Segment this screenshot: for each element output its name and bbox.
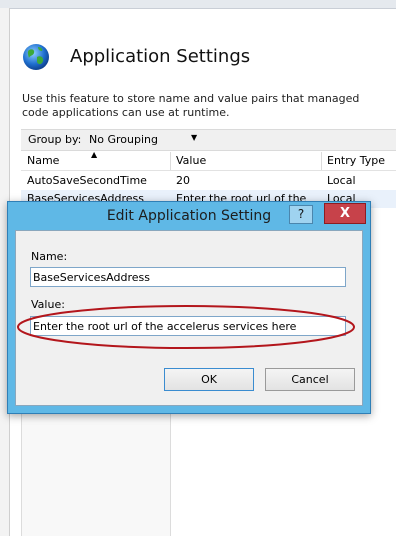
help-button[interactable]: ? <box>289 205 313 224</box>
name-field[interactable]: BaseServicesAddress <box>30 267 346 287</box>
column-header-value[interactable]: Value <box>176 154 206 167</box>
dialog-title: Edit Application Setting <box>106 208 272 224</box>
window-top-strip <box>0 0 396 9</box>
group-by-select[interactable]: No Grouping <box>89 133 158 146</box>
value-field[interactable]: Enter the root url of the accelerus serv… <box>30 316 346 336</box>
column-divider[interactable] <box>321 152 322 170</box>
column-header-entry-type[interactable]: Entry Type <box>327 154 385 167</box>
column-divider[interactable] <box>170 152 171 170</box>
cell-value: 20 <box>176 174 190 187</box>
globe-icon <box>23 44 49 70</box>
group-by-toolbar: Group by: No Grouping ▼ <box>21 129 396 151</box>
page-title: Application Settings <box>70 46 251 67</box>
dialog-body: Name: BaseServicesAddress Value: Enter t… <box>15 230 363 406</box>
sort-ascending-icon: ▲ <box>91 150 98 159</box>
close-button[interactable]: X <box>324 203 366 224</box>
chevron-down-icon[interactable]: ▼ <box>191 133 197 142</box>
cancel-button[interactable]: Cancel <box>265 368 355 391</box>
group-by-label: Group by: <box>28 133 82 146</box>
cell-name: AutoSaveSecondTime <box>27 174 147 187</box>
page-description: Use this feature to store name and value… <box>22 92 360 119</box>
list-empty-area <box>22 408 171 536</box>
cell-entry-type: Local <box>327 174 356 187</box>
name-label: Name: <box>31 250 68 263</box>
table-header: Name ▲ Value Entry Type <box>21 150 396 171</box>
ok-button[interactable]: OK <box>164 368 254 391</box>
edit-setting-dialog: Edit Application Setting ? X Name: BaseS… <box>7 201 371 414</box>
value-label: Value: <box>31 298 65 311</box>
column-header-name[interactable]: Name <box>27 154 59 167</box>
table-row[interactable]: AutoSaveSecondTime 20 Local <box>21 172 396 190</box>
